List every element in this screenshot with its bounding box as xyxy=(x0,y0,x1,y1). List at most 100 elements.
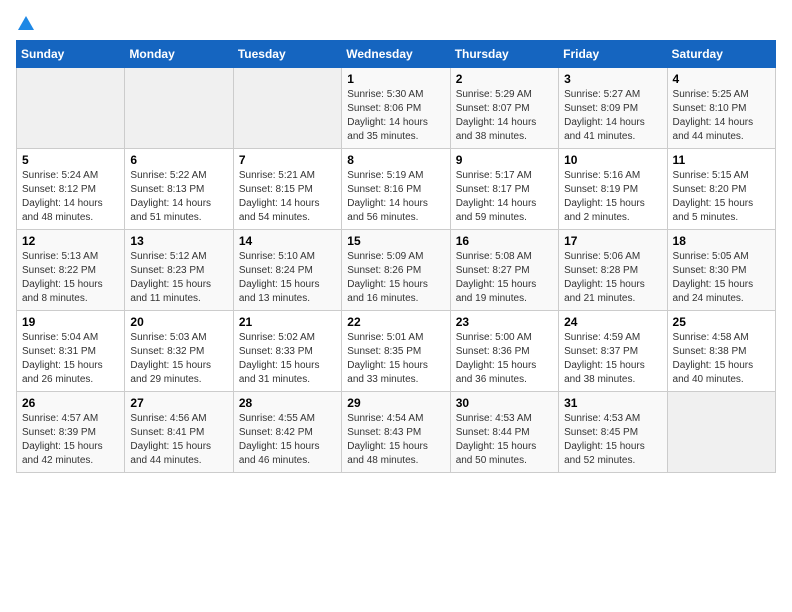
day-detail: Sunrise: 5:04 AM Sunset: 8:31 PM Dayligh… xyxy=(22,331,119,387)
day-detail: Sunrise: 4:54 AM Sunset: 8:43 PM Dayligh… xyxy=(347,412,444,468)
day-detail: Sunrise: 5:30 AM Sunset: 8:06 PM Dayligh… xyxy=(347,88,444,144)
day-number: 24 xyxy=(564,315,661,329)
day-number: 20 xyxy=(130,315,227,329)
day-detail: Sunrise: 4:58 AM Sunset: 8:38 PM Dayligh… xyxy=(673,331,770,387)
day-detail: Sunrise: 5:15 AM Sunset: 8:20 PM Dayligh… xyxy=(673,169,770,225)
calendar-cell: 1 Sunrise: 5:30 AM Sunset: 8:06 PM Daylig… xyxy=(342,68,450,149)
day-number: 7 xyxy=(239,153,336,167)
calendar-week-3: 12 Sunrise: 5:13 AM Sunset: 8:22 PM Dayli… xyxy=(17,230,776,311)
logo xyxy=(16,16,36,30)
calendar-cell: 16 Sunrise: 5:08 AM Sunset: 8:27 PM Dayli… xyxy=(450,230,558,311)
calendar-cell: 13Sunrise: 5:12 AM Sunset: 8:23 PM Dayli… xyxy=(125,230,233,311)
calendar-cell: 7 Sunrise: 5:21 AM Sunset: 8:15 PM Daylig… xyxy=(233,149,341,230)
day-detail: Sunrise: 5:17 AM Sunset: 8:17 PM Dayligh… xyxy=(456,169,553,225)
day-number: 3 xyxy=(564,72,661,86)
day-detail: Sunrise: 5:16 AM Sunset: 8:19 PM Dayligh… xyxy=(564,169,661,225)
day-number: 23 xyxy=(456,315,553,329)
calendar-cell: 28Sunrise: 4:55 AM Sunset: 8:42 PM Dayli… xyxy=(233,392,341,473)
logo-triangle-icon xyxy=(18,16,34,30)
day-detail: Sunrise: 4:59 AM Sunset: 8:37 PM Dayligh… xyxy=(564,331,661,387)
day-number: 11 xyxy=(673,153,770,167)
day-number: 10 xyxy=(564,153,661,167)
day-detail: Sunrise: 4:55 AM Sunset: 8:42 PM Dayligh… xyxy=(239,412,336,468)
day-number: 9 xyxy=(456,153,553,167)
calendar-cell: 24 Sunrise: 4:59 AM Sunset: 8:37 PM Dayli… xyxy=(559,311,667,392)
calendar-cell: 21 Sunrise: 5:02 AM Sunset: 8:33 PM Dayli… xyxy=(233,311,341,392)
day-detail: Sunrise: 4:53 AM Sunset: 8:44 PM Dayligh… xyxy=(456,412,553,468)
day-detail: Sunrise: 5:27 AM Sunset: 8:09 PM Dayligh… xyxy=(564,88,661,144)
day-number: 6 xyxy=(130,153,227,167)
day-number: 19 xyxy=(22,315,119,329)
calendar-cell: 4 Sunrise: 5:25 AM Sunset: 8:10 PM Daylig… xyxy=(667,68,775,149)
calendar-week-5: 26Sunrise: 4:57 AM Sunset: 8:39 PM Dayli… xyxy=(17,392,776,473)
calendar-cell xyxy=(125,68,233,149)
page-header xyxy=(16,16,776,30)
calendar-cell xyxy=(667,392,775,473)
day-number: 29 xyxy=(347,396,444,410)
day-detail: Sunrise: 5:00 AM Sunset: 8:36 PM Dayligh… xyxy=(456,331,553,387)
calendar-cell: 18Sunrise: 5:05 AM Sunset: 8:30 PM Dayli… xyxy=(667,230,775,311)
day-detail: Sunrise: 5:22 AM Sunset: 8:13 PM Dayligh… xyxy=(130,169,227,225)
day-number: 1 xyxy=(347,72,444,86)
day-number: 14 xyxy=(239,234,336,248)
day-detail: Sunrise: 5:03 AM Sunset: 8:32 PM Dayligh… xyxy=(130,331,227,387)
day-number: 27 xyxy=(130,396,227,410)
day-number: 25 xyxy=(673,315,770,329)
calendar-cell: 6 Sunrise: 5:22 AM Sunset: 8:13 PM Daylig… xyxy=(125,149,233,230)
day-detail: Sunrise: 5:06 AM Sunset: 8:28 PM Dayligh… xyxy=(564,250,661,306)
day-detail: Sunrise: 5:10 AM Sunset: 8:24 PM Dayligh… xyxy=(239,250,336,306)
day-detail: Sunrise: 5:29 AM Sunset: 8:07 PM Dayligh… xyxy=(456,88,553,144)
calendar-cell: 27Sunrise: 4:56 AM Sunset: 8:41 PM Dayli… xyxy=(125,392,233,473)
day-detail: Sunrise: 5:19 AM Sunset: 8:16 PM Dayligh… xyxy=(347,169,444,225)
day-detail: Sunrise: 4:57 AM Sunset: 8:39 PM Dayligh… xyxy=(22,412,119,468)
calendar-week-4: 19 Sunrise: 5:04 AM Sunset: 8:31 PM Dayli… xyxy=(17,311,776,392)
calendar-header-row: SundayMondayTuesdayWednesdayThursdayFrid… xyxy=(17,41,776,68)
header-friday: Friday xyxy=(559,41,667,68)
day-number: 21 xyxy=(239,315,336,329)
day-number: 22 xyxy=(347,315,444,329)
day-number: 5 xyxy=(22,153,119,167)
header-thursday: Thursday xyxy=(450,41,558,68)
calendar-cell: 22 Sunrise: 5:01 AM Sunset: 8:35 PM Dayli… xyxy=(342,311,450,392)
day-number: 12 xyxy=(22,234,119,248)
calendar-cell: 19 Sunrise: 5:04 AM Sunset: 8:31 PM Dayli… xyxy=(17,311,125,392)
calendar-cell: 30Sunrise: 4:53 AM Sunset: 8:44 PM Dayli… xyxy=(450,392,558,473)
calendar-cell: 26Sunrise: 4:57 AM Sunset: 8:39 PM Dayli… xyxy=(17,392,125,473)
calendar-cell: 25 Sunrise: 4:58 AM Sunset: 8:38 PM Dayli… xyxy=(667,311,775,392)
day-detail: Sunrise: 5:08 AM Sunset: 8:27 PM Dayligh… xyxy=(456,250,553,306)
header-saturday: Saturday xyxy=(667,41,775,68)
day-number: 16 xyxy=(456,234,553,248)
day-detail: Sunrise: 5:12 AM Sunset: 8:23 PM Dayligh… xyxy=(130,250,227,306)
day-detail: Sunrise: 5:24 AM Sunset: 8:12 PM Dayligh… xyxy=(22,169,119,225)
calendar-cell: 2 Sunrise: 5:29 AM Sunset: 8:07 PM Daylig… xyxy=(450,68,558,149)
header-wednesday: Wednesday xyxy=(342,41,450,68)
calendar-cell: 14 Sunrise: 5:10 AM Sunset: 8:24 PM Dayli… xyxy=(233,230,341,311)
header-sunday: Sunday xyxy=(17,41,125,68)
day-number: 4 xyxy=(673,72,770,86)
calendar-cell: 12 Sunrise: 5:13 AM Sunset: 8:22 PM Dayli… xyxy=(17,230,125,311)
day-detail: Sunrise: 5:13 AM Sunset: 8:22 PM Dayligh… xyxy=(22,250,119,306)
calendar-cell xyxy=(233,68,341,149)
day-detail: Sunrise: 5:21 AM Sunset: 8:15 PM Dayligh… xyxy=(239,169,336,225)
day-number: 15 xyxy=(347,234,444,248)
calendar-cell: 31 Sunrise: 4:53 AM Sunset: 8:45 PM Dayli… xyxy=(559,392,667,473)
calendar-cell: 5 Sunrise: 5:24 AM Sunset: 8:12 PM Daylig… xyxy=(17,149,125,230)
calendar-cell: 23 Sunrise: 5:00 AM Sunset: 8:36 PM Dayli… xyxy=(450,311,558,392)
day-detail: Sunrise: 5:25 AM Sunset: 8:10 PM Dayligh… xyxy=(673,88,770,144)
calendar-week-1: 1 Sunrise: 5:30 AM Sunset: 8:06 PM Daylig… xyxy=(17,68,776,149)
calendar-cell: 3 Sunrise: 5:27 AM Sunset: 8:09 PM Daylig… xyxy=(559,68,667,149)
calendar-cell xyxy=(17,68,125,149)
calendar-cell: 8Sunrise: 5:19 AM Sunset: 8:16 PM Daylig… xyxy=(342,149,450,230)
day-number: 2 xyxy=(456,72,553,86)
day-detail: Sunrise: 5:01 AM Sunset: 8:35 PM Dayligh… xyxy=(347,331,444,387)
header-tuesday: Tuesday xyxy=(233,41,341,68)
day-number: 18 xyxy=(673,234,770,248)
calendar-cell: 10 Sunrise: 5:16 AM Sunset: 8:19 PM Dayli… xyxy=(559,149,667,230)
calendar-cell: 11 Sunrise: 5:15 AM Sunset: 8:20 PM Dayli… xyxy=(667,149,775,230)
day-detail: Sunrise: 4:53 AM Sunset: 8:45 PM Dayligh… xyxy=(564,412,661,468)
day-number: 31 xyxy=(564,396,661,410)
calendar-cell: 9 Sunrise: 5:17 AM Sunset: 8:17 PM Daylig… xyxy=(450,149,558,230)
day-detail: Sunrise: 5:02 AM Sunset: 8:33 PM Dayligh… xyxy=(239,331,336,387)
header-monday: Monday xyxy=(125,41,233,68)
calendar-week-2: 5 Sunrise: 5:24 AM Sunset: 8:12 PM Daylig… xyxy=(17,149,776,230)
